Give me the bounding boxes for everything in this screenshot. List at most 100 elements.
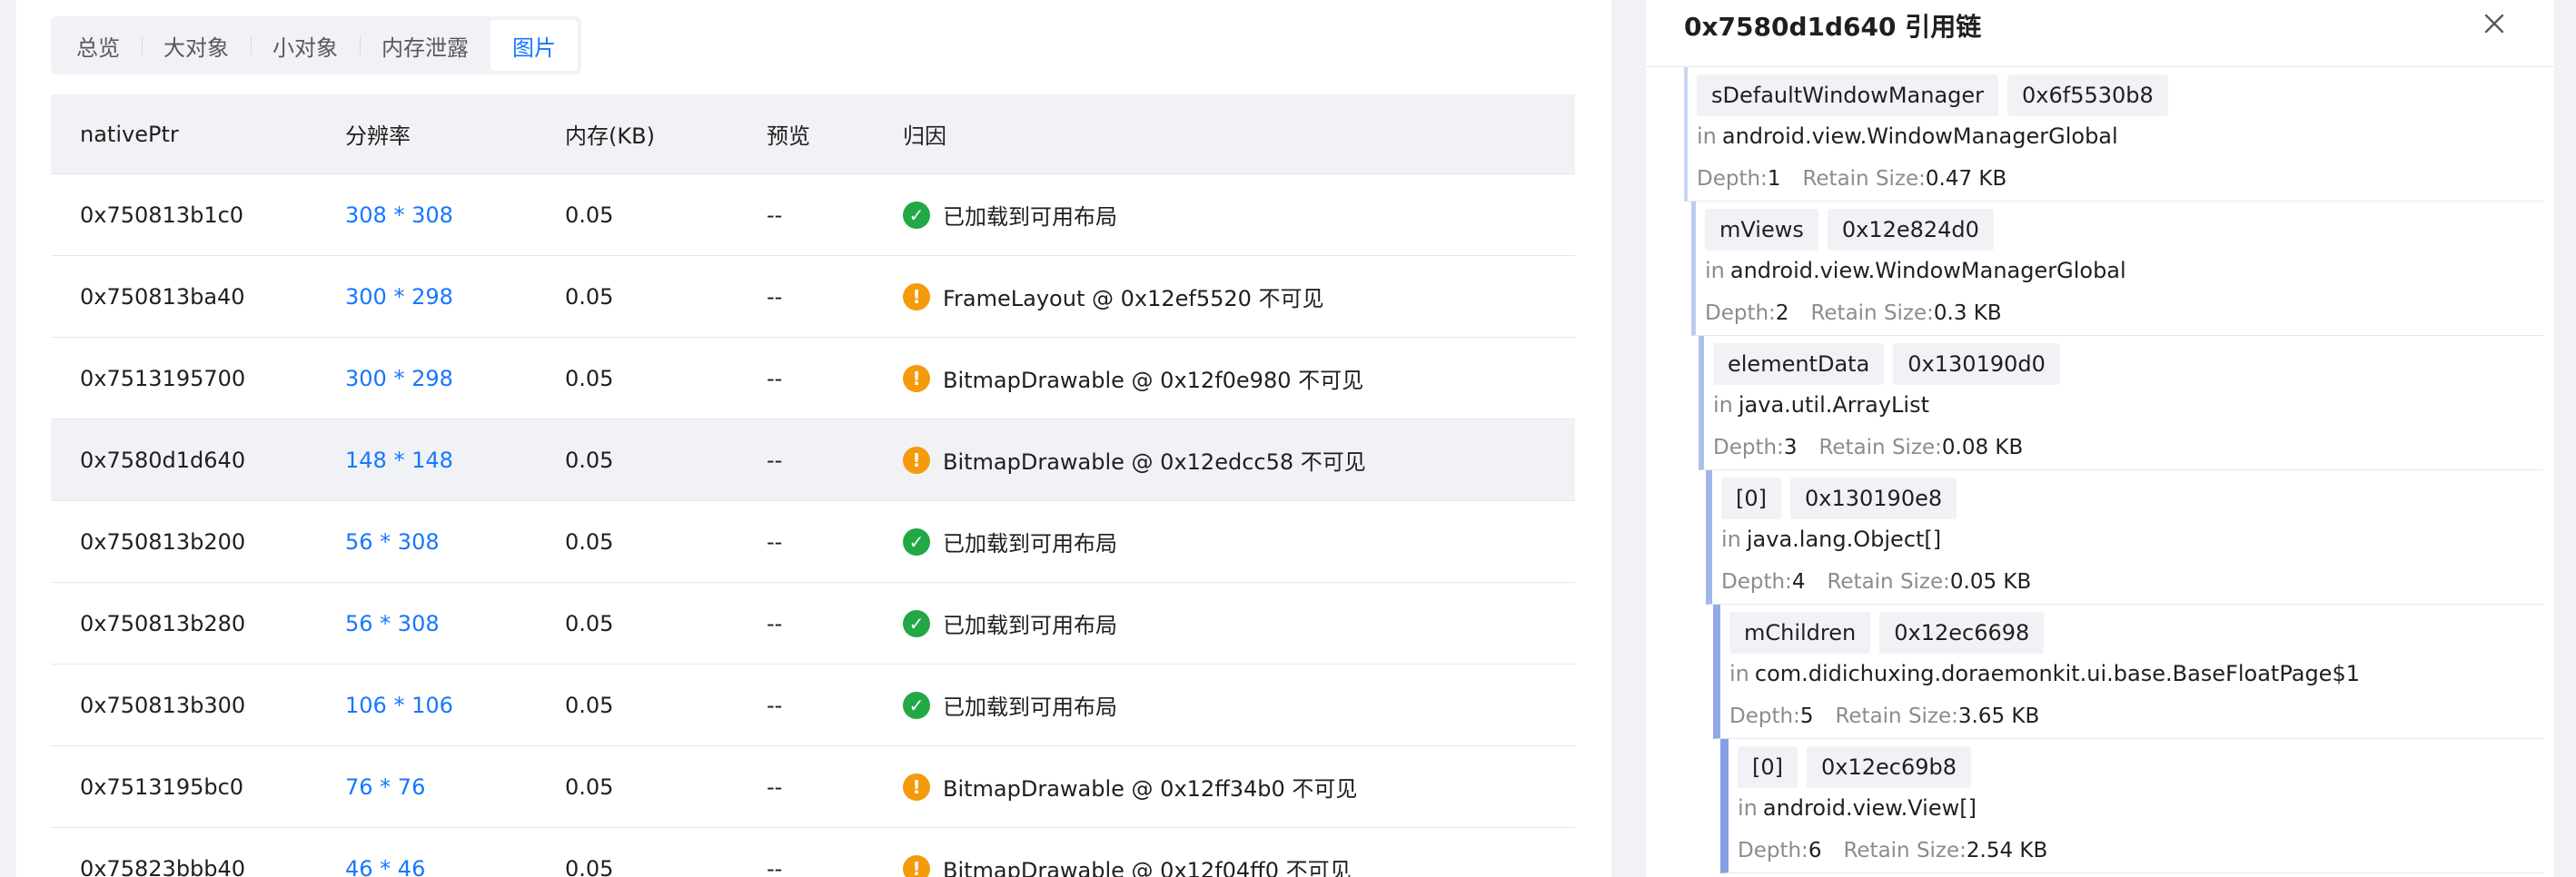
depth-value: 5 xyxy=(1799,705,1814,728)
table-row[interactable]: 0x7580d1d640 148 * 148 0.05 -- ! BitmapD… xyxy=(51,419,1575,501)
header-memory[interactable]: 内存(KB) xyxy=(565,118,767,150)
field-name-chip: [0] xyxy=(1738,746,1798,788)
chain-node-chips: mViews 0x12e824d0 xyxy=(1705,209,1994,251)
node-meta: Depth:3 Retain Size:0.08 KB xyxy=(1713,436,2045,459)
retain-size-value: 2.54 KB xyxy=(1966,839,2048,862)
table-row[interactable]: 0x750813b200 56 * 308 0.05 -- ✓ 已加载到可用布局 xyxy=(51,501,1575,583)
header-resolution[interactable]: 分辨率 xyxy=(345,118,565,150)
field-name-chip: mChildren xyxy=(1729,612,1871,654)
table-row[interactable]: 0x7513195700 300 * 298 0.05 -- ! BitmapD… xyxy=(51,338,1575,419)
in-keyword: in xyxy=(1738,795,1758,821)
memory-cell: 0.05 xyxy=(565,774,614,800)
drawer-header: 0x7580d1d640 引用链 xyxy=(1646,0,2554,67)
chain-node[interactable]: elementData 0x130190d0 in java.util.Array… xyxy=(1699,336,2543,470)
reference-chain-drawer: 0x7580d1d640 引用链 sDefaultWindowManager 0… xyxy=(1646,0,2554,877)
attribution-text: BitmapDrawable @ 0x12f04ff0 不可见 xyxy=(943,858,1352,877)
resolution-link[interactable]: 46 * 46 xyxy=(345,856,565,877)
warning-circle-icon: ! xyxy=(903,282,930,310)
owner-class: in java.lang.Object[] xyxy=(1721,527,1941,552)
resolution-link[interactable]: 56 * 308 xyxy=(345,529,565,555)
tab-overview[interactable]: 总览 xyxy=(54,20,142,71)
owner-class-name: java.lang.Object[] xyxy=(1746,527,1942,552)
preview-cell: -- xyxy=(767,283,783,310)
table-row[interactable]: 0x7513195bc0 76 * 76 0.05 -- ! BitmapDra… xyxy=(51,746,1575,828)
check-circle-icon: ✓ xyxy=(903,527,930,556)
owner-class-name: android.view.WindowManagerGlobal xyxy=(1729,258,2126,283)
memory-cell: 0.05 xyxy=(565,855,614,877)
resolution-link[interactable]: 56 * 308 xyxy=(345,611,565,636)
tab-small-objects[interactable]: 小对象 xyxy=(251,20,360,71)
in-keyword: in xyxy=(1705,258,1725,283)
resolution-link[interactable]: 308 * 308 xyxy=(345,202,565,228)
node-meta: Depth:4 Retain Size:0.05 KB xyxy=(1721,570,2053,594)
native-ptr-cell: 0x7513195bc0 xyxy=(80,774,244,800)
chain-node-chips: [0] 0x130190e8 xyxy=(1721,478,1957,519)
resolution-link[interactable]: 106 * 106 xyxy=(345,693,565,718)
table-row[interactable]: 0x750813b280 56 * 308 0.05 -- ✓ 已加载到可用布局 xyxy=(51,583,1575,665)
chain-node[interactable]: [0] 0x12ec69b8 in android.view.View[] Dep… xyxy=(1720,739,2543,873)
depth-value: 3 xyxy=(1783,436,1798,459)
attribution-text: BitmapDrawable @ 0x12f0e980 不可见 xyxy=(943,368,1364,393)
table-row[interactable]: 0x750813b1c0 308 * 308 0.05 -- ✓ 已加载到可用布… xyxy=(51,174,1575,256)
node-meta: Depth:2 Retain Size:0.3 KB xyxy=(1705,301,2024,325)
depth-value: 4 xyxy=(1791,570,1806,594)
native-ptr-cell: 0x7513195700 xyxy=(80,365,246,391)
table-row[interactable]: 0x750813ba40 300 * 298 0.05 -- ! FrameLa… xyxy=(51,256,1575,338)
attribution-cell: ! BitmapDrawable @ 0x12f0e980 不可见 xyxy=(903,362,1575,394)
address-chip: 0x12ec69b8 xyxy=(1807,746,1972,788)
retain-size-value: 0.08 KB xyxy=(1941,436,2024,459)
bitmap-table: nativePtr 分辨率 内存(KB) 预览 归因 0x750813b1c0 … xyxy=(51,94,1575,877)
resolution-link[interactable]: 300 * 298 xyxy=(345,284,565,310)
node-meta: Depth:5 Retain Size:3.65 KB xyxy=(1729,705,2061,728)
retain-size-label: Retain Size: xyxy=(1843,839,1967,862)
chain-node-chips: [0] 0x12ec69b8 xyxy=(1738,746,1972,788)
address-chip: 0x12e824d0 xyxy=(1827,209,1994,251)
native-ptr-cell: 0x7580d1d640 xyxy=(80,447,246,473)
table-row[interactable]: 0x750813b300 106 * 106 0.05 -- ✓ 已加载到可用布… xyxy=(51,665,1575,746)
tab-large-objects[interactable]: 大对象 xyxy=(142,20,251,71)
preview-cell: -- xyxy=(767,610,783,636)
chain-node-chips: elementData 0x130190d0 xyxy=(1713,343,2060,385)
tab-images[interactable]: 图片 xyxy=(490,20,578,71)
native-ptr-cell: 0x750813b200 xyxy=(80,528,246,555)
close-icon[interactable] xyxy=(2482,11,2507,36)
attribution-cell: ! BitmapDrawable @ 0x12ff34b0 不可见 xyxy=(903,771,1575,803)
depth-label: Depth: xyxy=(1729,705,1800,728)
field-name-chip: [0] xyxy=(1721,478,1781,519)
address-chip: 0x6f5530b8 xyxy=(2007,74,2168,116)
native-ptr-cell: 0x750813b300 xyxy=(80,692,246,718)
tab-memory-leak[interactable]: 内存泄露 xyxy=(360,20,490,71)
retain-size-label: Retain Size: xyxy=(1802,167,1926,191)
attribution-cell: ✓ 已加载到可用布局 xyxy=(903,689,1575,721)
owner-class: in android.view.WindowManagerGlobal xyxy=(1697,123,2118,149)
resolution-link[interactable]: 300 * 298 xyxy=(345,366,565,391)
chain-node[interactable]: sDefaultWindowManager 0x6f5530b8 in andro… xyxy=(1684,67,2543,202)
field-name-chip: elementData xyxy=(1713,343,1885,385)
depth-label: Depth: xyxy=(1738,839,1808,862)
resolution-link[interactable]: 76 * 76 xyxy=(345,774,565,800)
retain-size-value: 3.65 KB xyxy=(1957,705,2040,728)
attribution-text: 已加载到可用布局 xyxy=(943,204,1117,230)
retain-size-label: Retain Size: xyxy=(1827,570,1950,594)
warning-circle-icon: ! xyxy=(903,364,930,392)
owner-class-name: android.view.WindowManagerGlobal xyxy=(1721,123,2118,149)
chain-node[interactable]: [0] 0x130190e8 in java.lang.Object[] Dept… xyxy=(1706,470,2543,605)
attribution-cell: ! BitmapDrawable @ 0x12f04ff0 不可见 xyxy=(903,852,1575,877)
check-circle-icon: ✓ xyxy=(903,609,930,637)
owner-class-name: java.util.ArrayList xyxy=(1738,392,1929,418)
chain-node[interactable]: mChildren 0x12ec6698 in com.didichuxing.d… xyxy=(1713,605,2543,739)
retain-size-label: Retain Size: xyxy=(1810,301,1934,325)
memory-cell: 0.05 xyxy=(565,447,614,473)
chain-node-chips: sDefaultWindowManager 0x6f5530b8 xyxy=(1697,74,2168,116)
header-native-ptr[interactable]: nativePtr xyxy=(51,122,345,147)
preview-cell: -- xyxy=(767,774,783,800)
resolution-link[interactable]: 148 * 148 xyxy=(345,448,565,473)
retain-size-label: Retain Size: xyxy=(1818,436,1942,459)
owner-class: in com.didichuxing.doraemonkit.ui.base.Ba… xyxy=(1729,661,2360,686)
chain-node[interactable]: mViews 0x12e824d0 in android.view.WindowM… xyxy=(1691,202,2543,336)
table-row[interactable]: 0x75823bbb40 46 * 46 0.05 -- ! BitmapDra… xyxy=(51,828,1575,877)
table-body: 0x750813b1c0 308 * 308 0.05 -- ✓ 已加载到可用布… xyxy=(51,174,1575,877)
chain-node-chips: mChildren 0x12ec6698 xyxy=(1729,612,2045,654)
address-chip: 0x130190d0 xyxy=(1893,343,2060,385)
depth-label: Depth: xyxy=(1705,301,1776,325)
